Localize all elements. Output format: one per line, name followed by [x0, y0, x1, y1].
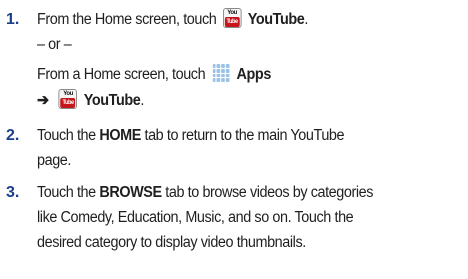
step-line: desired category to display video thumbn… [37, 234, 306, 251]
step-text: From a Home screen, touch [37, 66, 206, 84]
step-bold-text: YouTube [83, 92, 141, 110]
apps-grid-icon [212, 63, 231, 83]
arrow-right-icon: ➔ [37, 92, 49, 110]
step-line: Touch the HOME tab to return to the main… [37, 127, 345, 144]
step-bold-text: HOME [99, 127, 141, 144]
step-bold-text: YouTube [247, 11, 305, 29]
youtube-app-icon: You Tube [58, 89, 78, 109]
step-bold-text: Apps [236, 66, 272, 84]
step-line: From a Home screen, touch Apps [37, 63, 434, 85]
step-line-or: – or – [37, 36, 72, 53]
step-number: 1. [6, 11, 20, 28]
step-number: 3. [6, 184, 20, 201]
step-bold-text: BROWSE [99, 184, 162, 201]
youtube-app-icon: You Tube [222, 8, 242, 28]
step-line: page. [37, 152, 71, 169]
step-line: like Comedy, Education, Music, and so on… [37, 209, 354, 226]
step-number: 2. [6, 127, 20, 144]
step-line: From the Home screen, touch You Tube You… [37, 8, 308, 29]
step-line: Touch the BROWSE tab to browse videos by… [37, 184, 374, 201]
step-line: ➔ You Tube YouTube. [37, 89, 144, 110]
step-text: From the Home screen, touch [37, 11, 217, 29]
